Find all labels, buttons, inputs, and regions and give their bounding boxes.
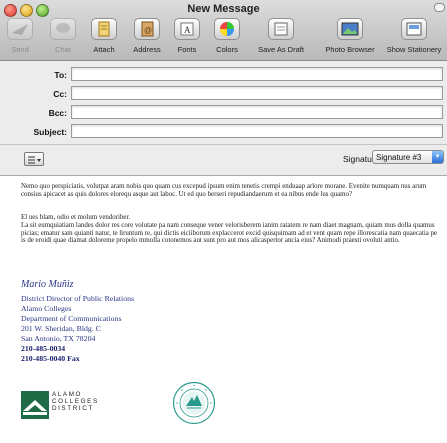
logo-wordmark: ALAMO COLLEGES DISTRICT [52, 391, 99, 413]
address-book-icon: @ [134, 18, 160, 40]
toolbar-area: New Message Send Chat Attach @ Address A Fonts… [0, 0, 447, 61]
to-row: To: [0, 66, 447, 84]
toolbar-fonts-label: Fonts [177, 45, 197, 54]
signature-line: 201 W. Sheridan, Bldg. C [21, 324, 101, 333]
toolbar-fonts-button[interactable]: A Fonts [170, 18, 204, 56]
signature-line: Department of Communications [21, 314, 122, 323]
signature-line: 210-485-0034 [21, 344, 66, 353]
cc-label: Cc: [53, 89, 67, 99]
toolbar-show-stationery-button[interactable]: Show Stationery [382, 18, 446, 56]
signature-line: 210-485-0040 Fax [21, 354, 80, 363]
message-body[interactable]: Nemo quo perspiciatis, volutpat aram nob… [0, 175, 447, 443]
new-message-window: New Message Send Chat Attach @ Address A Fonts… [0, 0, 447, 443]
header-divider [0, 144, 447, 145]
bcc-label: Bcc: [48, 108, 67, 118]
toolbar-toggle-button[interactable] [434, 3, 445, 12]
toolbar-address-button[interactable]: @ Address [128, 18, 166, 56]
toolbar-chat-button[interactable]: Chat [48, 18, 78, 56]
format-menu-button[interactable] [24, 152, 44, 166]
toolbar-attach-button[interactable]: Attach [86, 18, 122, 56]
toolbar-attach-label: Attach [93, 45, 115, 54]
svg-text:@: @ [144, 26, 152, 35]
svg-text:A: A [184, 25, 191, 35]
body-paragraph-2: El ues blam, odio et molum vendoriber. [21, 214, 131, 221]
logo-wordmark-line: ALAMO [52, 391, 83, 398]
signature-line: Alamo Colleges [21, 304, 72, 313]
toolbar-chat-label: Chat [55, 45, 71, 54]
to-field[interactable] [71, 67, 443, 81]
toolbar-send-label: Send [11, 45, 29, 54]
toolbar-photo-browser-label: Photo Browser [325, 45, 375, 54]
window-title: New Message [187, 3, 260, 15]
college-seal-icon [172, 381, 216, 425]
toolbar-photo-browser-button[interactable]: Photo Browser [320, 18, 380, 56]
cc-row: Cc: [0, 85, 447, 103]
cc-field[interactable] [71, 86, 443, 100]
logo-wordmark-line: DISTRICT [52, 405, 94, 413]
toolbar-address-label: Address [133, 45, 161, 54]
signature-line: District Director of Public Relations [21, 294, 135, 303]
signature-select[interactable]: Signature #3 ▾ [372, 150, 444, 164]
chevron-updown-icon: ▾ [432, 151, 443, 163]
toolbar-show-stationery-label: Show Stationery [386, 45, 442, 54]
alamo-colleges-logo: ALAMO COLLEGES DISTRICT [21, 391, 141, 421]
signature-line: San Antonio, TX 78204 [21, 334, 96, 343]
bcc-field[interactable] [71, 105, 443, 119]
toolbar-colors-button[interactable]: Colors [210, 18, 244, 56]
bcc-row: Bcc: [0, 104, 447, 122]
color-wheel-icon [214, 18, 240, 40]
subject-row: Subject: [0, 123, 447, 141]
toolbar-save-draft-button[interactable]: Save As Draft [250, 18, 312, 56]
logo-wordmark-line: COLLEGES [52, 398, 99, 406]
list-lines-icon [28, 156, 41, 164]
toolbar-save-draft-label: Save As Draft [258, 45, 304, 54]
stationery-icon [401, 18, 427, 40]
signature-selected: Signature #3 [376, 153, 422, 162]
to-label: To: [54, 70, 67, 80]
chat-icon [50, 18, 76, 40]
subject-label: Subject: [33, 127, 67, 137]
alamo-logo-icon [21, 391, 49, 419]
signature-name: Mario Muñiz [21, 279, 74, 290]
draft-icon [268, 18, 294, 40]
subject-field[interactable] [71, 124, 443, 138]
toolbar-colors-label: Colors [216, 45, 238, 54]
fonts-icon: A [174, 18, 200, 40]
paperclip-icon [91, 18, 117, 40]
send-icon [7, 18, 33, 40]
body-paragraph-3: La sit eumquiatiam landes dolor res core… [21, 222, 438, 245]
photo-icon [337, 18, 363, 40]
body-paragraph-1: Nemo quo perspiciatis, volutpat aram nob… [21, 183, 427, 198]
toolbar-send-button[interactable]: Send [4, 18, 36, 56]
